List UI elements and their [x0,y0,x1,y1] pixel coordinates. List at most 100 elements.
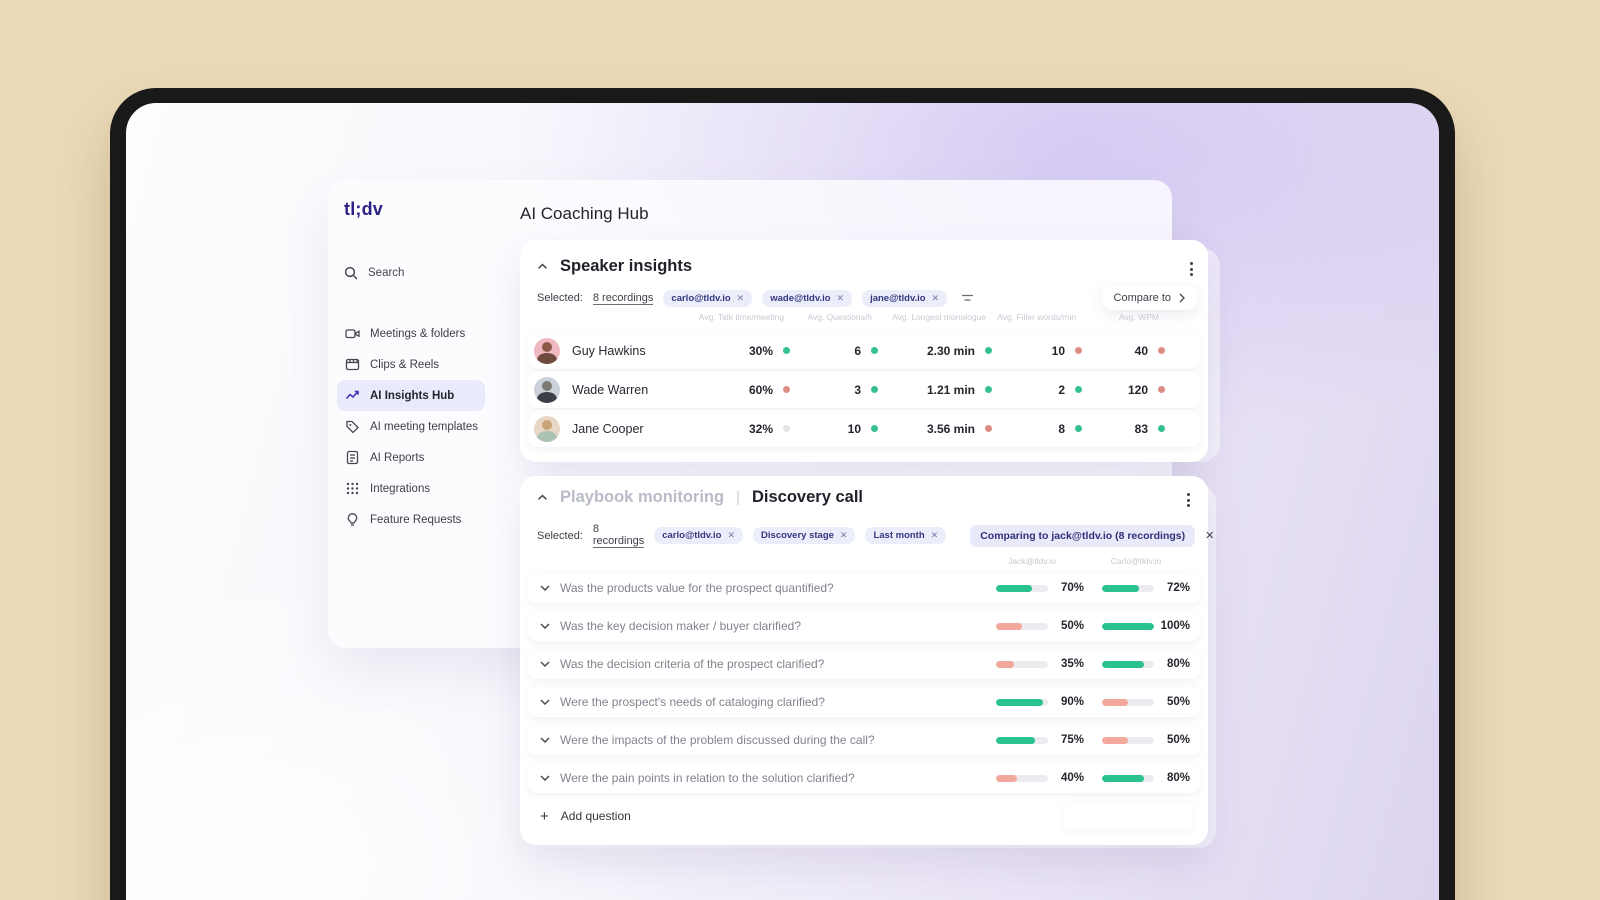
questions-value: 6 [854,343,861,358]
avatar [534,337,560,364]
percent-value: 75% [1060,734,1084,746]
chevron-right-icon [1179,293,1185,303]
sidebar-item-ai-meeting-templates[interactable]: AI meeting templates [337,411,485,442]
status-dot [1158,347,1165,354]
lightbulb-icon [347,513,358,526]
filter-chip[interactable]: carlo@tldv.io ✕ [654,527,744,544]
selected-label: Selected: [537,529,583,542]
close-icon[interactable]: ✕ [840,530,848,541]
filter-chip[interactable]: Last month ✕ [865,527,947,544]
close-icon[interactable]: ✕ [931,530,939,541]
chevron-up-icon[interactable] [537,263,548,270]
progress-bar [1102,774,1154,782]
wpm-value: 40 [1134,343,1148,358]
more-options-icon[interactable] [1186,258,1439,280]
progress-bar [996,622,1048,630]
progress-bar [1102,660,1154,668]
table-row[interactable]: Jane Cooper 32% 10 3.56 min 8 83 [528,410,1200,447]
selected-count-link[interactable]: 8 recordings [592,523,645,548]
compare-to-button[interactable]: Compare to [1101,286,1197,310]
chevron-down-icon[interactable] [540,737,550,743]
tldv-logo: tl;dv [344,199,383,219]
playbook-header: Playbook monitoring | Discovery call [537,488,863,507]
progress-bar [1102,698,1154,706]
speaker-table-columns: Avg. Talk time/meeting Avg. Questions/h … [528,312,1200,322]
sidebar-item-label: AI Insights Hub [370,389,455,402]
status-dot [783,425,790,432]
progress-bar [1102,584,1154,592]
compare-column-header: Jack@tldv.io [1008,556,1056,566]
status-dot [1158,386,1165,393]
sidebar-item-label: AI meeting templates [370,420,479,433]
close-icon[interactable]: ✕ [932,293,940,304]
question-text: Were the pain points in relation to the … [560,771,855,785]
column-header: Avg. Filler words/min [997,312,1076,322]
close-icon[interactable]: ✕ [737,293,745,304]
sidebar-item-ai-reports[interactable]: AI Reports [337,442,485,473]
table-row[interactable]: Wade Warren 60% 3 1.21 min 2 120 [528,371,1200,408]
sidebar-item-label: AI Reports [370,451,425,464]
laptop-frame: tl;dv Search Meetings & folders Clips & … [110,88,1455,900]
question-row[interactable]: Was the decision criteria of the prospec… [528,649,1200,679]
sidebar-item-ai-insights-hub[interactable]: AI Insights Hub [337,380,485,411]
filter-chip-label: Last month [873,530,925,541]
card-title-muted: Playbook monitoring [560,488,725,506]
more-options-icon[interactable] [1183,489,1439,511]
sidebar-item-feature-requests[interactable]: Feature Requests [337,504,485,535]
percent-value: 35% [1060,658,1084,670]
plus-icon: + [540,807,549,825]
filter-chip-label: carlo@tldv.io [662,530,722,541]
video-camera-icon [345,329,360,339]
status-dot [1158,425,1165,432]
filler-value: 8 [1058,421,1065,436]
sidebar-item-clips-reels[interactable]: Clips & Reels [337,349,485,380]
question-row[interactable]: Were the prospect's needs of cataloging … [528,687,1200,717]
question-row[interactable]: Were the impacts of the problem discusse… [528,725,1200,755]
filter-chip[interactable]: carlo@tldv.io ✕ [663,289,753,307]
monologue-value: 1.21 min [926,382,975,397]
filter-icon[interactable] [961,293,974,303]
chevron-down-icon[interactable] [540,585,550,591]
question-row[interactable]: Were the pain points in relation to the … [528,763,1200,793]
sidebar-nav: Meetings & folders Clips & Reels AI Insi… [337,318,485,535]
compare-column-header: Carlo@tldv.io [1110,556,1162,566]
sidebar-item-integrations[interactable]: Integrations [337,473,485,504]
chevron-down-icon[interactable] [540,775,550,781]
question-row[interactable]: Was the products value for the prospect … [528,573,1200,603]
avatar [534,415,560,442]
talk-time-value: 32% [748,421,773,436]
close-icon[interactable]: ✕ [837,293,845,304]
filter-chip[interactable]: wade@tldv.io ✕ [762,289,853,307]
sidebar-item-label: Feature Requests [370,513,462,526]
avatar [534,376,560,403]
selected-count-link[interactable]: 8 recordings [592,292,654,305]
status-dot [985,386,992,393]
comparing-pill[interactable]: Comparing to jack@tldv.io (8 recordings) [970,524,1196,547]
question-text: Was the products value for the prospect … [560,581,834,595]
chevron-up-icon[interactable] [537,494,548,501]
chevron-down-icon[interactable] [540,699,550,705]
filter-chip-label: wade@tldv.io [770,292,831,304]
filter-chip[interactable]: Discovery stage ✕ [753,527,856,544]
close-icon[interactable]: ✕ [727,530,735,541]
playbook-filter-row: Selected: 8 recordings carlo@tldv.io ✕ Di… [537,523,1214,548]
monologue-value: 2.30 min [926,343,975,358]
table-row[interactable]: Guy Hawkins 30% 6 2.30 min 10 40 [528,332,1200,369]
wpm-value: 120 [1127,382,1148,397]
chevron-down-icon[interactable] [540,623,550,629]
sidebar-item-label: Clips & Reels [370,358,440,371]
percent-value: 80% [1166,772,1190,784]
filter-chip-label: jane@tldv.io [870,292,926,304]
status-dot [1075,347,1082,354]
page-title: AI Coaching Hub [520,204,649,223]
question-text: Was the decision criteria of the prospec… [560,657,825,671]
close-icon[interactable]: ✕ [1205,529,1214,542]
sidebar-item-meetings-folders[interactable]: Meetings & folders [337,318,485,349]
chevron-down-icon[interactable] [540,661,550,667]
questions-value: 10 [847,421,861,436]
question-text: Was the key decision maker / buyer clari… [560,619,801,633]
wpm-value: 83 [1134,421,1148,436]
filter-chip[interactable]: jane@tldv.io ✕ [862,289,948,307]
search-input[interactable]: Search [344,266,404,280]
question-row[interactable]: Was the key decision maker / buyer clari… [528,611,1200,641]
